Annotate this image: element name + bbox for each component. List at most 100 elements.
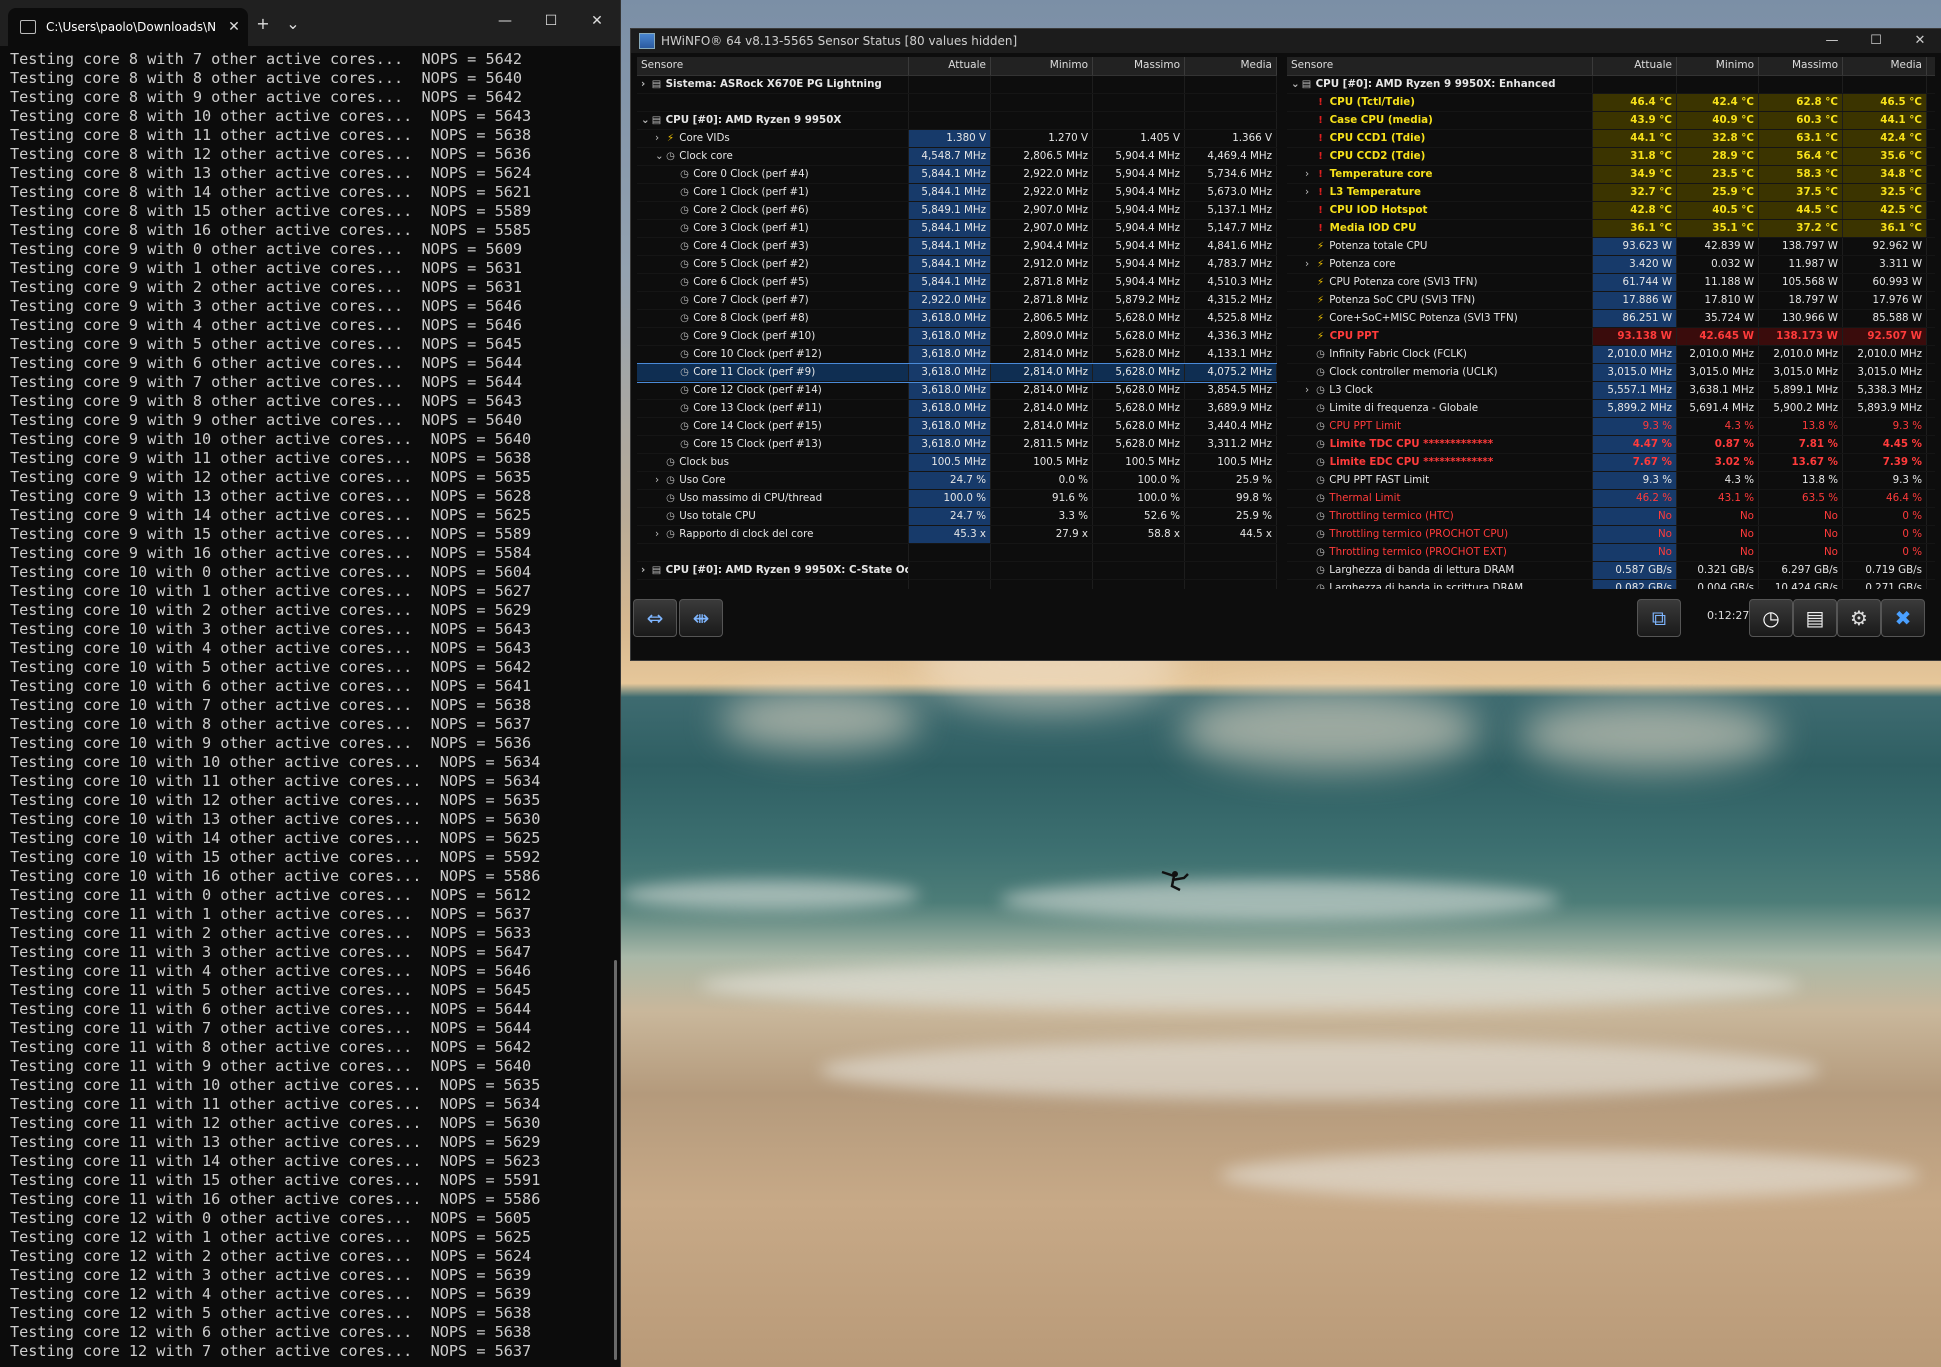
sensor-row[interactable]: ◷ Limite TDC CPU ************* 4.47 % 0.87… bbox=[1287, 436, 1935, 454]
sensor-row[interactable] bbox=[637, 580, 1277, 589]
sensor-row[interactable]: ! Case CPU (media) 43.9 °C 40.9 °C 60.3 °C 4… bbox=[1287, 112, 1935, 130]
expand-chevron-icon[interactable]: ⌄ bbox=[641, 114, 651, 126]
expand-chevron-icon[interactable]: › bbox=[1305, 168, 1315, 180]
sensor-row[interactable]: ◷ Core 14 Clock (perf #15) 3,618.0 MHz 2,8… bbox=[637, 418, 1277, 436]
report-add-icon[interactable]: ▤ bbox=[1793, 599, 1837, 637]
sensor-row[interactable]: ⌄ ◷ Clock core 4,548.7 MHz 2,806.5 MHz 5,904… bbox=[637, 148, 1277, 166]
expand-chevron-icon[interactable]: › bbox=[1305, 258, 1315, 270]
terminal-window[interactable]: C:\Users\paolo\Downloads\N ✕ + ⌄ — ☐ ✕ T… bbox=[0, 0, 621, 1367]
sensor-row[interactable]: ◷ Core 12 Clock (perf #14) 3,618.0 MHz 2,8… bbox=[637, 382, 1277, 400]
sensor-row[interactable]: ◷ Limite di frequenza - Globale 5,899.2 M… bbox=[1287, 400, 1935, 418]
sensor-row[interactable]: ◷ Infinity Fabric Clock (FCLK) 2,010.0 MH… bbox=[1287, 346, 1935, 364]
sensor-row[interactable] bbox=[637, 544, 1277, 562]
expand-chevron-icon[interactable]: › bbox=[1305, 384, 1315, 396]
new-tab-button[interactable]: + bbox=[248, 14, 278, 33]
maximize-button[interactable]: ☐ bbox=[528, 0, 574, 42]
sensor-row[interactable]: ◷ Core 4 Clock (perf #3) 5,844.1 MHz 2,904… bbox=[637, 238, 1277, 256]
settings-icon[interactable]: ⚙ bbox=[1837, 599, 1881, 637]
sensor-row[interactable]: ◷ Core 10 Clock (perf #12) 3,618.0 MHz 2,8… bbox=[637, 346, 1277, 364]
column-header[interactable]: Massimo bbox=[1759, 57, 1843, 75]
sensor-row[interactable]: ◷ Throttling termico (HTC) No No No 0 % bbox=[1287, 508, 1935, 526]
sensor-row[interactable]: › ◷ Uso Core 24.7 % 0.0 % 100.0 % 25.9 % bbox=[637, 472, 1277, 490]
expand-chevron-icon[interactable]: ⌄ bbox=[655, 150, 665, 162]
sensor-row[interactable]: ◷ Core 13 Clock (perf #11) 3,618.0 MHz 2,8… bbox=[637, 400, 1277, 418]
sensor-row[interactable]: ◷ Limite EDC CPU ************* 7.67 % 3.02… bbox=[1287, 454, 1935, 472]
sensor-row[interactable]: ! CPU IOD Hotspot 42.8 °C 40.5 °C 44.5 °C 42… bbox=[1287, 202, 1935, 220]
arrows-expand-icon[interactable]: ⇔ bbox=[633, 599, 677, 637]
sensor-row[interactable]: ! CPU (Tctl/Tdie) 46.4 °C 42.4 °C 62.8 °C 46… bbox=[1287, 94, 1935, 112]
column-header[interactable]: Attuale bbox=[1593, 57, 1677, 75]
sensor-row[interactable]: ◷ Core 1 Clock (perf #1) 5,844.1 MHz 2,922… bbox=[637, 184, 1277, 202]
sensor-row[interactable]: ⚡ Potenza SoC CPU (SVI3 TFN) 17.886 W 17.8… bbox=[1287, 292, 1935, 310]
sensor-panel-left[interactable]: Sensore Attuale Minimo Massimo Media › ▤ Sist… bbox=[637, 57, 1277, 589]
tab-close-icon[interactable]: ✕ bbox=[220, 19, 248, 35]
sensor-row[interactable]: ◷ Core 15 Clock (perf #13) 3,618.0 MHz 2,8… bbox=[637, 436, 1277, 454]
sensor-row[interactable]: ◷ Core 3 Clock (perf #1) 5,844.1 MHz 2,907… bbox=[637, 220, 1277, 238]
sensor-row[interactable]: ◷ Core 8 Clock (perf #8) 3,618.0 MHz 2,806… bbox=[637, 310, 1277, 328]
column-header[interactable]: Media bbox=[1843, 57, 1927, 75]
terminal-output[interactable]: Testing core 8 with 7 other active cores… bbox=[0, 46, 620, 1367]
sensor-group-row[interactable]: ⌄ ▤ CPU [#0]: AMD Ryzen 9 9950X: Enhanced bbox=[1287, 76, 1935, 94]
expand-chevron-icon[interactable]: › bbox=[1305, 186, 1315, 198]
sensor-row[interactable]: ◷ Throttling termico (PROCHOT EXT) No No No… bbox=[1287, 544, 1935, 562]
sensor-row[interactable]: ⚡ CPU PPT 93.138 W 42.645 W 138.173 W 92.507… bbox=[1287, 328, 1935, 346]
sensor-group-row[interactable]: ⌄ ▤ CPU [#0]: AMD Ryzen 9 9950X bbox=[637, 112, 1277, 130]
sensor-row[interactable]: ◷ Clock bus 100.5 MHz 100.5 MHz 100.5 MHz 10… bbox=[637, 454, 1277, 472]
terminal-scrollbar[interactable] bbox=[614, 960, 617, 1360]
sensor-row[interactable]: ◷ Larghezza di banda in scrittura DRAM 0.… bbox=[1287, 580, 1935, 589]
column-header[interactable]: Media bbox=[1185, 57, 1277, 75]
sensor-row[interactable]: › ◷ L3 Clock 5,557.1 MHz 3,638.1 MHz 5,899.1… bbox=[1287, 382, 1935, 400]
minimize-button[interactable]: — bbox=[482, 0, 528, 42]
sensor-row[interactable]: ›! Temperature core 34.9 °C 23.5 °C 58.3 °C… bbox=[1287, 166, 1935, 184]
minimize-button[interactable]: — bbox=[1810, 29, 1854, 53]
sensor-row[interactable]: › ◷ Rapporto di clock del core 45.3 x 27.9 … bbox=[637, 526, 1277, 544]
sensor-row[interactable]: ◷ Core 6 Clock (perf #5) 5,844.1 MHz 2,871… bbox=[637, 274, 1277, 292]
terminal-tab[interactable]: C:\Users\paolo\Downloads\N ✕ bbox=[8, 8, 248, 46]
sensor-row[interactable]: ◷ CPU PPT FAST Limit 9.3 % 4.3 % 13.8 % 9.3 … bbox=[1287, 472, 1935, 490]
sensor-table-header[interactable]: Sensore Attuale Minimo Massimo Media bbox=[637, 57, 1277, 76]
sensor-panel-right[interactable]: Sensore Attuale Minimo Massimo Media ⌄ ▤ CPU … bbox=[1287, 57, 1935, 589]
close-button[interactable]: ✕ bbox=[1898, 29, 1941, 53]
column-header[interactable]: Massimo bbox=[1093, 57, 1185, 75]
arrows-collapse-icon[interactable]: ⇼ bbox=[679, 599, 723, 637]
sensor-row[interactable]: ›! L3 Temperature 32.7 °C 25.9 °C 37.5 °C 32… bbox=[1287, 184, 1935, 202]
sensor-row[interactable]: ◷ Uso totale CPU 24.7 % 3.3 % 52.6 % 25.9 % bbox=[637, 508, 1277, 526]
close-x-icon[interactable]: ✖ bbox=[1881, 599, 1925, 637]
sensor-row[interactable]: ! CPU CCD2 (Tdie) 31.8 °C 28.9 °C 56.4 °C 35… bbox=[1287, 148, 1935, 166]
hwinfo-window[interactable]: HWiNFO® 64 v8.13-5565 Sensor Status [80 … bbox=[630, 28, 1941, 661]
sensor-row[interactable]: ◷ Larghezza di banda di lettura DRAM 0.58… bbox=[1287, 562, 1935, 580]
tab-dropdown-button[interactable]: ⌄ bbox=[278, 14, 308, 33]
sensor-row[interactable]: ! CPU CCD1 (Tdie) 44.1 °C 32.8 °C 63.1 °C 42… bbox=[1287, 130, 1935, 148]
expand-chevron-icon[interactable]: › bbox=[641, 78, 651, 90]
sensor-row[interactable]: › ⚡ Potenza core 3.420 W 0.032 W 11.987 W 3.3… bbox=[1287, 256, 1935, 274]
network-icon[interactable]: ⧉ bbox=[1637, 599, 1681, 637]
sensor-row[interactable] bbox=[637, 94, 1277, 112]
expand-chevron-icon[interactable]: › bbox=[655, 528, 665, 540]
sensor-row[interactable]: ! Media IOD CPU 36.1 °C 35.1 °C 37.2 °C 36.1… bbox=[1287, 220, 1935, 238]
column-header[interactable]: Minimo bbox=[991, 57, 1093, 75]
clock-icon[interactable]: ◷ bbox=[1749, 599, 1793, 637]
expand-chevron-icon[interactable]: › bbox=[641, 564, 651, 576]
sensor-row[interactable]: ◷ Core 2 Clock (perf #6) 5,849.1 MHz 2,907… bbox=[637, 202, 1277, 220]
sensor-row[interactable]: ◷ Core 11 Clock (perf #9) 3,618.0 MHz 2,81… bbox=[637, 363, 1277, 383]
sensor-row[interactable]: ◷ Core 0 Clock (perf #4) 5,844.1 MHz 2,922… bbox=[637, 166, 1277, 184]
sensor-row[interactable]: ◷ Core 9 Clock (perf #10) 3,618.0 MHz 2,80… bbox=[637, 328, 1277, 346]
sensor-row[interactable]: ◷ Core 5 Clock (perf #2) 5,844.1 MHz 2,912… bbox=[637, 256, 1277, 274]
sensor-row[interactable]: ◷ Throttling termico (PROCHOT CPU) No No No… bbox=[1287, 526, 1935, 544]
maximize-button[interactable]: ☐ bbox=[1854, 29, 1898, 53]
column-header[interactable]: Sensore bbox=[637, 57, 909, 75]
terminal-titlebar[interactable]: C:\Users\paolo\Downloads\N ✕ + ⌄ — ☐ ✕ bbox=[0, 0, 620, 46]
sensor-row[interactable]: ⚡ Core+SoC+MISC Potenza (SVI3 TFN) 86.251… bbox=[1287, 310, 1935, 328]
sensor-row[interactable]: › ⚡ Core VIDs 1.380 V 1.270 V 1.405 V 1.366 V bbox=[637, 130, 1277, 148]
column-header[interactable]: Minimo bbox=[1677, 57, 1759, 75]
sensor-group-row[interactable]: › ▤ CPU [#0]: AMD Ryzen 9 9950X: C-State … bbox=[637, 562, 1277, 580]
sensor-row[interactable]: ◷ Clock controller memoria (UCLK) 3,015.0… bbox=[1287, 364, 1935, 382]
column-header[interactable]: Sensore bbox=[1287, 57, 1593, 75]
sensor-row[interactable]: ◷ Uso massimo di CPU/thread 100.0 % 91.6 %… bbox=[637, 490, 1277, 508]
close-button[interactable]: ✕ bbox=[574, 0, 620, 42]
sensor-row[interactable]: ⚡ CPU Potenza core (SVI3 TFN) 61.744 W 11.… bbox=[1287, 274, 1935, 292]
sensor-row[interactable]: ◷ CPU PPT Limit 9.3 % 4.3 % 13.8 % 9.3 % bbox=[1287, 418, 1935, 436]
sensor-group-row[interactable]: › ▤ Sistema: ASRock X670E PG Lightning bbox=[637, 76, 1277, 94]
hwinfo-titlebar[interactable]: HWiNFO® 64 v8.13-5565 Sensor Status [80 … bbox=[631, 29, 1941, 53]
expand-chevron-icon[interactable]: › bbox=[655, 474, 665, 486]
